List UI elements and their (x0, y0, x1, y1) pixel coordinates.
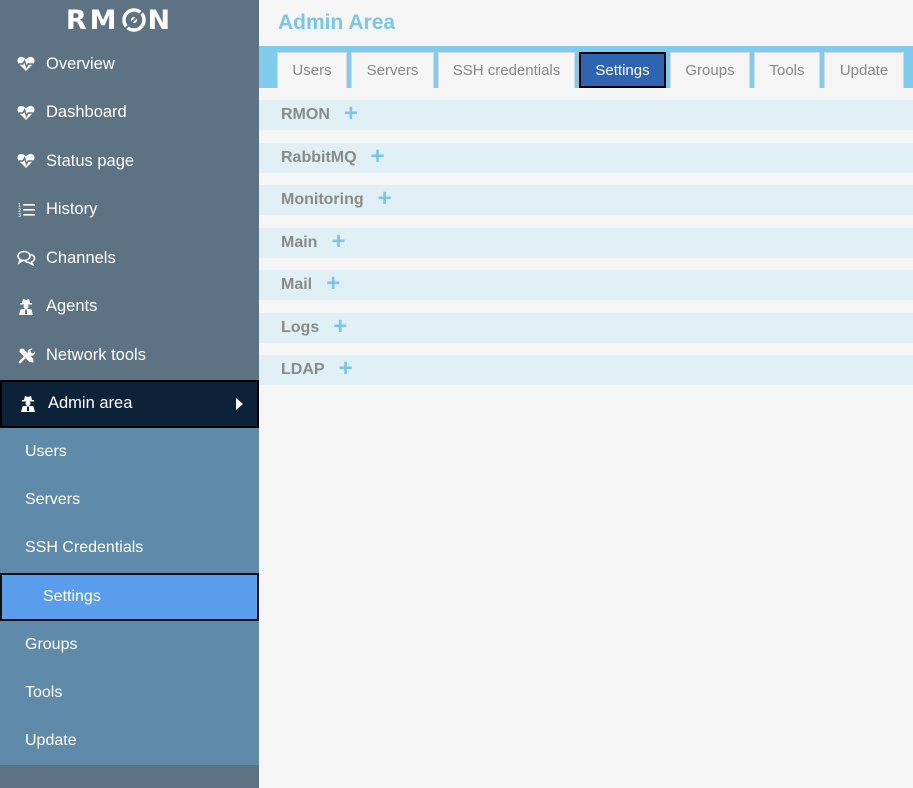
section-mail[interactable]: Mail + (259, 270, 913, 300)
sidebar-item-label: Network tools (46, 345, 146, 364)
submenu-item-servers[interactable]: Servers (0, 476, 259, 524)
expand-plus-icon[interactable]: + (331, 229, 345, 254)
logo-o-icon (121, 7, 147, 33)
submenu-item-update[interactable]: Update (0, 717, 259, 765)
section-label: LDAP (281, 361, 325, 378)
settings-sections: RMON + RabbitMQ + Monitoring + Main + Ma… (259, 88, 913, 385)
sidebar-item-overview[interactable]: Overview (0, 40, 259, 89)
sidebar-item-network-tools[interactable]: Network tools (0, 331, 259, 380)
sidebar: RM N Overview Dashboard Status page 1 2 … (0, 0, 259, 788)
admin-submenu: Users Servers SSH Credentials Settings G… (0, 428, 259, 766)
tab-groups[interactable]: Groups (670, 52, 750, 88)
expand-plus-icon[interactable]: + (339, 357, 353, 381)
sidebar-item-label: History (46, 200, 98, 219)
heart-pulse-icon (0, 153, 46, 169)
tab-servers[interactable]: Servers (351, 52, 434, 88)
expand-plus-icon[interactable]: + (378, 187, 392, 211)
sidebar-item-label: Agents (46, 297, 98, 316)
main-content: Admin Area Users Servers SSH credentials… (259, 0, 913, 788)
section-logs[interactable]: Logs + (259, 312, 913, 343)
sidebar-item-label: Status page (46, 151, 135, 170)
page-title: Admin Area (278, 11, 396, 34)
section-label: Logs (281, 318, 320, 336)
tab-bar: Users Servers SSH credentials Settings G… (259, 46, 913, 88)
expand-plus-icon[interactable]: + (371, 144, 385, 169)
submenu-item-ssh-credentials[interactable]: SSH Credentials (0, 524, 259, 572)
agent-icon (0, 298, 46, 316)
section-rabbitmq[interactable]: RabbitMQ + (259, 142, 913, 173)
tab-ssh-credentials[interactable]: SSH credentials (438, 52, 575, 88)
tab-users[interactable]: Users (277, 52, 347, 88)
submenu-item-tools[interactable]: Tools (0, 669, 259, 717)
section-ldap[interactable]: LDAP + (259, 355, 913, 385)
expand-plus-icon[interactable]: + (344, 102, 358, 126)
sidebar-item-admin-area[interactable]: Admin area (0, 379, 259, 428)
heart-pulse-icon (0, 56, 46, 72)
section-label: RabbitMQ (281, 148, 357, 166)
sidebar-item-dashboard[interactable]: Dashboard (0, 89, 259, 138)
section-label: Main (281, 233, 318, 251)
tab-settings[interactable]: Settings (579, 52, 666, 88)
sidebar-item-channels[interactable]: Channels (0, 234, 259, 283)
expand-plus-icon[interactable]: + (333, 314, 347, 339)
chat-icon (0, 250, 46, 267)
logo-text-left: RM (65, 4, 120, 36)
logo-text-right: N (147, 4, 174, 36)
section-main[interactable]: Main + (259, 227, 913, 258)
logo-text: RM N (66, 5, 173, 36)
logo[interactable]: RM N (0, 0, 259, 40)
submenu-item-settings[interactable]: Settings (0, 572, 259, 621)
list-icon: 123 (0, 202, 46, 217)
section-monitoring[interactable]: Monitoring + (259, 185, 913, 215)
submenu-item-groups[interactable]: Groups (0, 621, 259, 669)
sidebar-item-agents[interactable]: Agents (0, 283, 259, 332)
section-rmon[interactable]: RMON + (259, 100, 913, 130)
caret-right-icon (236, 397, 243, 410)
agent-icon (2, 395, 48, 413)
sidebar-item-status-page[interactable]: Status page (0, 137, 259, 186)
svg-text:3: 3 (18, 213, 21, 217)
tab-tools[interactable]: Tools (754, 52, 820, 88)
section-label: Monitoring (281, 191, 364, 208)
sidebar-item-label: Overview (46, 54, 115, 73)
tab-update[interactable]: Update (824, 52, 904, 88)
tools-icon (0, 347, 46, 364)
sidebar-item-label: Channels (46, 248, 116, 267)
sidebar-item-history[interactable]: 123 History (0, 186, 259, 235)
sidebar-item-label: Admin area (48, 394, 133, 413)
section-label: RMON (281, 106, 330, 123)
sidebar-item-label: Dashboard (46, 103, 127, 122)
section-label: Mail (281, 276, 313, 293)
submenu-item-users[interactable]: Users (0, 428, 259, 476)
expand-plus-icon[interactable]: + (326, 272, 340, 296)
heart-pulse-icon (0, 105, 46, 121)
